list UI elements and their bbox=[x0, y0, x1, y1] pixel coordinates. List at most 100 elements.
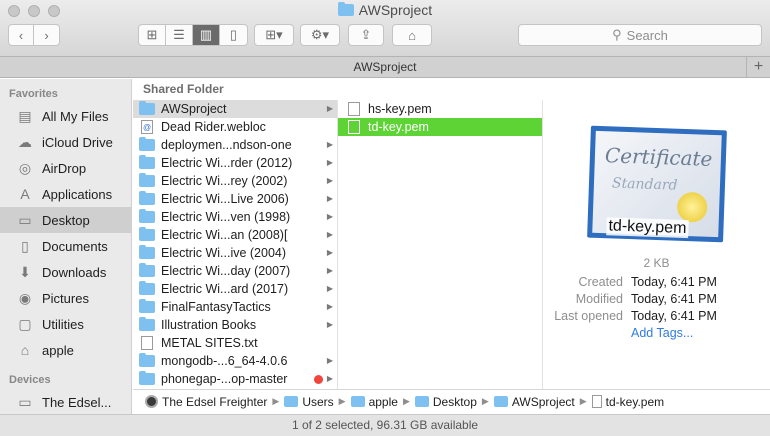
list-item[interactable]: AWSproject ▶ bbox=[133, 100, 337, 118]
list-item[interactable]: hs-key.pem bbox=[338, 100, 542, 118]
list-item[interactable]: Electric Wi...ven (1998) ▶ bbox=[133, 208, 337, 226]
list-item[interactable]: Illustration Books ▶ bbox=[133, 316, 337, 334]
back-button[interactable]: ‹ bbox=[9, 25, 34, 45]
item-label: Electric Wi...ive (2004) bbox=[161, 246, 287, 260]
chevron-right-icon: ▶ bbox=[272, 396, 280, 406]
sidebar-icon: ◎ bbox=[18, 159, 32, 176]
folder-icon bbox=[139, 173, 155, 187]
disclosure-arrow-icon: ▶ bbox=[326, 266, 333, 275]
column-header: Shared Folder bbox=[143, 82, 224, 96]
item-label: Electric Wi...ard (2017) bbox=[161, 282, 289, 296]
list-item[interactable]: Electric Wi...an (2008)[ ▶ bbox=[133, 226, 337, 244]
list-item[interactable]: td-key.pem bbox=[338, 118, 542, 136]
sidebar-icon: ▭ bbox=[18, 211, 32, 228]
sidebar-item-documents[interactable]: ▯ Documents bbox=[0, 233, 131, 259]
folder-icon bbox=[493, 396, 508, 407]
item-label: Electric Wi...day (2007) bbox=[161, 264, 291, 278]
window-title: AWSproject bbox=[0, 2, 770, 18]
file-size: 2 KB bbox=[643, 256, 670, 270]
item-label: METAL SITES.txt bbox=[161, 336, 258, 350]
column-2: hs-key.pem td-key.pem bbox=[338, 100, 543, 389]
preview-file-name: td-key.pem bbox=[606, 217, 689, 239]
list-item[interactable]: Electric Wi...ard (2017) ▶ bbox=[133, 280, 337, 298]
tab-awsproject[interactable]: AWSproject bbox=[354, 60, 417, 74]
sidebar-item-airdrop[interactable]: ◎ AirDrop bbox=[0, 155, 131, 181]
folder-icon bbox=[139, 245, 155, 259]
path-item[interactable]: AWSproject bbox=[493, 395, 575, 409]
list-item[interactable]: Electric Wi...rey (2002) ▶ bbox=[133, 172, 337, 190]
path-bar: The Edsel Freighter ▶ Users ▶ apple ▶ Desktop ▶… bbox=[133, 389, 770, 413]
sidebar-favorites-list: ▤ All My Files ☁ iCloud Drive ◎ AirDrop A Appli… bbox=[0, 103, 131, 363]
sidebar-item-label: iCloud Drive bbox=[42, 134, 113, 150]
search-icon: ⚲ bbox=[612, 27, 622, 42]
folder-icon bbox=[139, 137, 155, 151]
red-tag-icon bbox=[314, 375, 323, 384]
item-label: mongodb-...6_64-4.0.6 bbox=[161, 354, 288, 368]
disclosure-arrow-icon: ▶ bbox=[326, 320, 333, 329]
sidebar-item-device[interactable]: ▭ The Edsel... bbox=[0, 389, 131, 414]
tags-button[interactable]: ⌂ bbox=[392, 24, 432, 46]
item-label: Electric Wi...rey (2002) bbox=[161, 174, 288, 188]
action-button[interactable]: ⚙▾ bbox=[300, 24, 340, 46]
chevron-left-icon: ‹ bbox=[18, 27, 24, 43]
path-item[interactable]: apple bbox=[350, 395, 398, 409]
sidebar-item-all-my-files[interactable]: ▤ All My Files bbox=[0, 103, 131, 129]
sidebar-item-applications[interactable]: A Applications bbox=[0, 181, 131, 207]
list-item[interactable]: @ Dead Rider.webloc bbox=[133, 118, 337, 136]
disclosure-arrow-icon: ▶ bbox=[326, 374, 333, 383]
sidebar-header-favorites: Favorites bbox=[9, 88, 58, 100]
sidebar-icon: ⌂ bbox=[20, 342, 30, 358]
sidebar-item-downloads[interactable]: ⬇ Downloads bbox=[0, 259, 131, 285]
arrange-button[interactable]: ⊞▾ bbox=[254, 24, 294, 46]
path-item[interactable]: Desktop bbox=[414, 395, 477, 409]
sidebar-item-label: Applications bbox=[42, 186, 113, 202]
disclosure-arrow-icon: ▶ bbox=[326, 356, 333, 365]
sidebar-item-label: Pictures bbox=[42, 290, 89, 306]
add-tab-button[interactable]: + bbox=[746, 57, 770, 77]
cover-flow-button[interactable]: ▯ bbox=[220, 25, 247, 45]
sidebar-item-label: Utilities bbox=[42, 316, 84, 332]
path-item[interactable]: Users bbox=[284, 395, 334, 409]
item-label: AWSproject bbox=[161, 102, 227, 116]
list-item[interactable]: METAL SITES.txt bbox=[133, 334, 337, 352]
disclosure-arrow-icon: ▶ bbox=[326, 140, 333, 149]
search-field[interactable]: ⚲ Search bbox=[518, 24, 762, 46]
path-item[interactable]: The Edsel Freighter bbox=[145, 395, 267, 409]
list-item[interactable]: mongodb-...6_64-4.0.6 ▶ bbox=[133, 352, 337, 370]
forward-button[interactable]: › bbox=[34, 25, 59, 45]
disclosure-arrow-icon: ▶ bbox=[326, 194, 333, 203]
cert-title: Certificate bbox=[604, 143, 713, 171]
column-view-button[interactable]: ▥ bbox=[193, 25, 220, 45]
arrange-icon: ⊞▾ bbox=[265, 27, 283, 42]
sidebar-item-label: Downloads bbox=[42, 264, 107, 280]
sidebar-item-desktop[interactable]: ▭ Desktop bbox=[0, 207, 131, 233]
list-item[interactable]: FinalFantasyTactics ▶ bbox=[133, 298, 337, 316]
list-item[interactable]: deploymen...ndson-one ▶ bbox=[133, 136, 337, 154]
folder-icon bbox=[139, 371, 155, 385]
folder-icon bbox=[139, 101, 155, 115]
sidebar-item-pictures[interactable]: ◉ Pictures bbox=[0, 285, 131, 311]
folder-icon bbox=[139, 263, 155, 277]
disclosure-arrow-icon: ▶ bbox=[326, 158, 333, 167]
disclosure-arrow-icon: ▶ bbox=[326, 176, 333, 185]
folder-icon bbox=[139, 191, 155, 205]
path-item[interactable]: td-key.pem bbox=[591, 395, 664, 409]
list-item[interactable]: Electric Wi...ive (2004) ▶ bbox=[133, 244, 337, 262]
sidebar-item-icloud-drive[interactable]: ☁ iCloud Drive bbox=[0, 129, 131, 155]
sidebar-item-label: Documents bbox=[42, 238, 108, 254]
add-tags-link[interactable]: Add Tags... bbox=[631, 325, 693, 342]
list-item[interactable]: Electric Wi...rder (2012) ▶ bbox=[133, 154, 337, 172]
sidebar-item-utilities[interactable]: ▢ Utilities bbox=[0, 311, 131, 337]
item-label: Electric Wi...an (2008)[ bbox=[161, 228, 288, 242]
list-item[interactable]: Electric Wi...day (2007) ▶ bbox=[133, 262, 337, 280]
disclosure-arrow-icon: ▶ bbox=[326, 104, 333, 113]
icon-view-button[interactable]: ⊞ bbox=[139, 25, 166, 45]
sidebar-devices-list: ▭ The Edsel... bbox=[0, 389, 131, 414]
seal-icon bbox=[676, 191, 708, 223]
list-item[interactable]: Electric Wi...Live 2006) ▶ bbox=[133, 190, 337, 208]
share-button[interactable]: ⇪ bbox=[348, 24, 384, 46]
list-view-button[interactable]: ☰ bbox=[166, 25, 193, 45]
disclosure-arrow-icon: ▶ bbox=[326, 230, 333, 239]
list-item[interactable]: phonegap-...op-master ▶ bbox=[133, 370, 337, 388]
sidebar-item-apple[interactable]: ⌂ apple bbox=[0, 337, 131, 363]
